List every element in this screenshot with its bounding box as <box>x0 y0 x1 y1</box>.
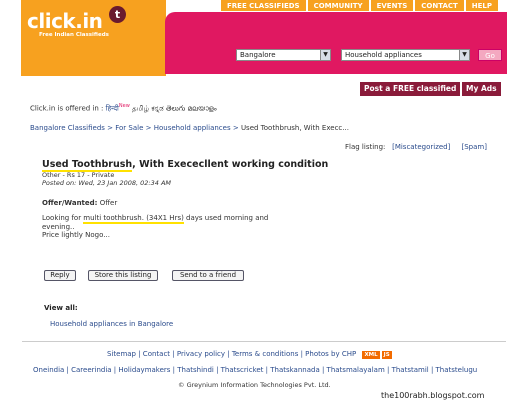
category-select[interactable]: Household appliances ▼ <box>341 49 470 61</box>
listing-meta: Other - Rs 17 - Private Posted on: Wed, … <box>42 171 171 187</box>
footer-links[interactable]: Sitemap | Contact | Privacy policy | Ter… <box>107 350 356 358</box>
tab-free-classifieds[interactable]: FREE CLASSIFIEDS <box>221 0 306 11</box>
logo-area: click.in t Free Indian Classifieds <box>21 0 166 48</box>
breadcrumb-for-sale[interactable]: For Sale <box>115 124 143 132</box>
offer-wanted-value: Offer <box>97 199 118 207</box>
view-all-label: View all: <box>44 304 78 312</box>
breadcrumb: Bangalore Classifieds > For Sale > House… <box>30 124 349 132</box>
go-button[interactable]: Go <box>478 49 502 61</box>
tab-help[interactable]: HELP <box>465 0 499 11</box>
copyright: © Greynium Information Technologies Pvt.… <box>178 381 331 389</box>
xml-feed-badge[interactable]: XML <box>362 351 380 359</box>
footer-network-links[interactable]: Oneindia | Careerindia | Holidaymakers |… <box>33 366 477 374</box>
view-all-household-link[interactable]: Household appliances in Bangalore <box>50 320 173 328</box>
flag-miscategorized-link[interactable]: [Miscategorized] <box>392 143 450 151</box>
site-tagline: Free Indian Classifieds <box>39 32 109 38</box>
flag-spam-link[interactable]: [Spam] <box>462 143 487 151</box>
offer-wanted: Offer/Wanted: Offer <box>42 199 117 207</box>
language-prefix: Click.in is offered in : <box>30 104 104 113</box>
site-logo[interactable]: click.in <box>27 9 103 33</box>
language-other-links[interactable]: தமிழ் ಕನ್ನಡ తెలుగు മലയാളം <box>132 104 217 112</box>
store-listing-button[interactable]: Store this listing <box>88 270 158 281</box>
city-select[interactable]: Bangalore ▼ <box>236 49 331 61</box>
city-select-value: Bangalore <box>240 51 276 59</box>
footer-links-primary: Sitemap | Contact | Privacy policy | Ter… <box>107 350 392 359</box>
reply-button[interactable]: Reply <box>44 270 76 281</box>
watermark: the100rabh.blogspot.com <box>381 391 485 400</box>
new-badge: New <box>118 103 130 109</box>
posted-on-label: Posted on: <box>42 179 77 187</box>
header-pink-bar <box>165 12 507 74</box>
flag-label: Flag listing: <box>345 143 386 151</box>
flag-listing: Flag listing: [Miscategorized] [Spam] <box>345 143 487 151</box>
logo-badge: t <box>109 6 126 23</box>
site-header: click.in t Free Indian Classifieds FREE … <box>21 0 507 76</box>
posted-on-value: Wed, 23 Jan 2008, 02:34 AM <box>76 179 172 187</box>
breadcrumb-current: Used Toothbrush, With Execc... <box>240 124 349 132</box>
category-select-value: Household appliances <box>345 51 422 59</box>
desc-text-3: Price lightly Nogo... <box>42 231 110 239</box>
listing-title-rest: , With Exececllent working condition <box>132 159 329 170</box>
breadcrumb-household[interactable]: Household appliances <box>154 124 231 132</box>
language-bar: Click.in is offered in : हिन्दीNew தமிழ்… <box>30 103 217 114</box>
footer-divider <box>22 341 506 342</box>
header-orange-strip <box>21 48 166 76</box>
send-to-friend-button[interactable]: Send to a friend <box>172 270 244 281</box>
listing-price-type: Other - Rs 17 - Private <box>42 171 115 179</box>
tab-contact[interactable]: CONTACT <box>415 0 464 11</box>
breadcrumb-bangalore[interactable]: Bangalore Classifieds <box>30 124 105 132</box>
post-free-classified-button[interactable]: Post a FREE classified <box>360 82 461 96</box>
tab-community[interactable]: COMMUNITY <box>307 0 369 11</box>
desc-text-1: Looking for <box>42 214 84 222</box>
listing-title: Used Toothbrush, With Exececllent workin… <box>42 159 329 172</box>
chevron-down-icon: ▼ <box>320 50 330 60</box>
js-feed-badge[interactable]: JS <box>381 351 392 359</box>
language-hindi-link[interactable]: हिन्दी <box>106 104 119 112</box>
chevron-down-icon: ▼ <box>459 50 469 60</box>
top-nav-tabs: FREE CLASSIFIEDS COMMUNITY EVENTS CONTAC… <box>221 0 499 11</box>
listing-description: Looking for multi toothbrush. (34X1 Hrs)… <box>42 214 292 240</box>
desc-highlight: multi toothbrush. (34X1 Hrs) <box>83 214 184 224</box>
tab-events[interactable]: EVENTS <box>370 0 414 11</box>
my-ads-button[interactable]: My Ads <box>462 82 501 96</box>
offer-wanted-label: Offer/Wanted: <box>42 199 98 207</box>
